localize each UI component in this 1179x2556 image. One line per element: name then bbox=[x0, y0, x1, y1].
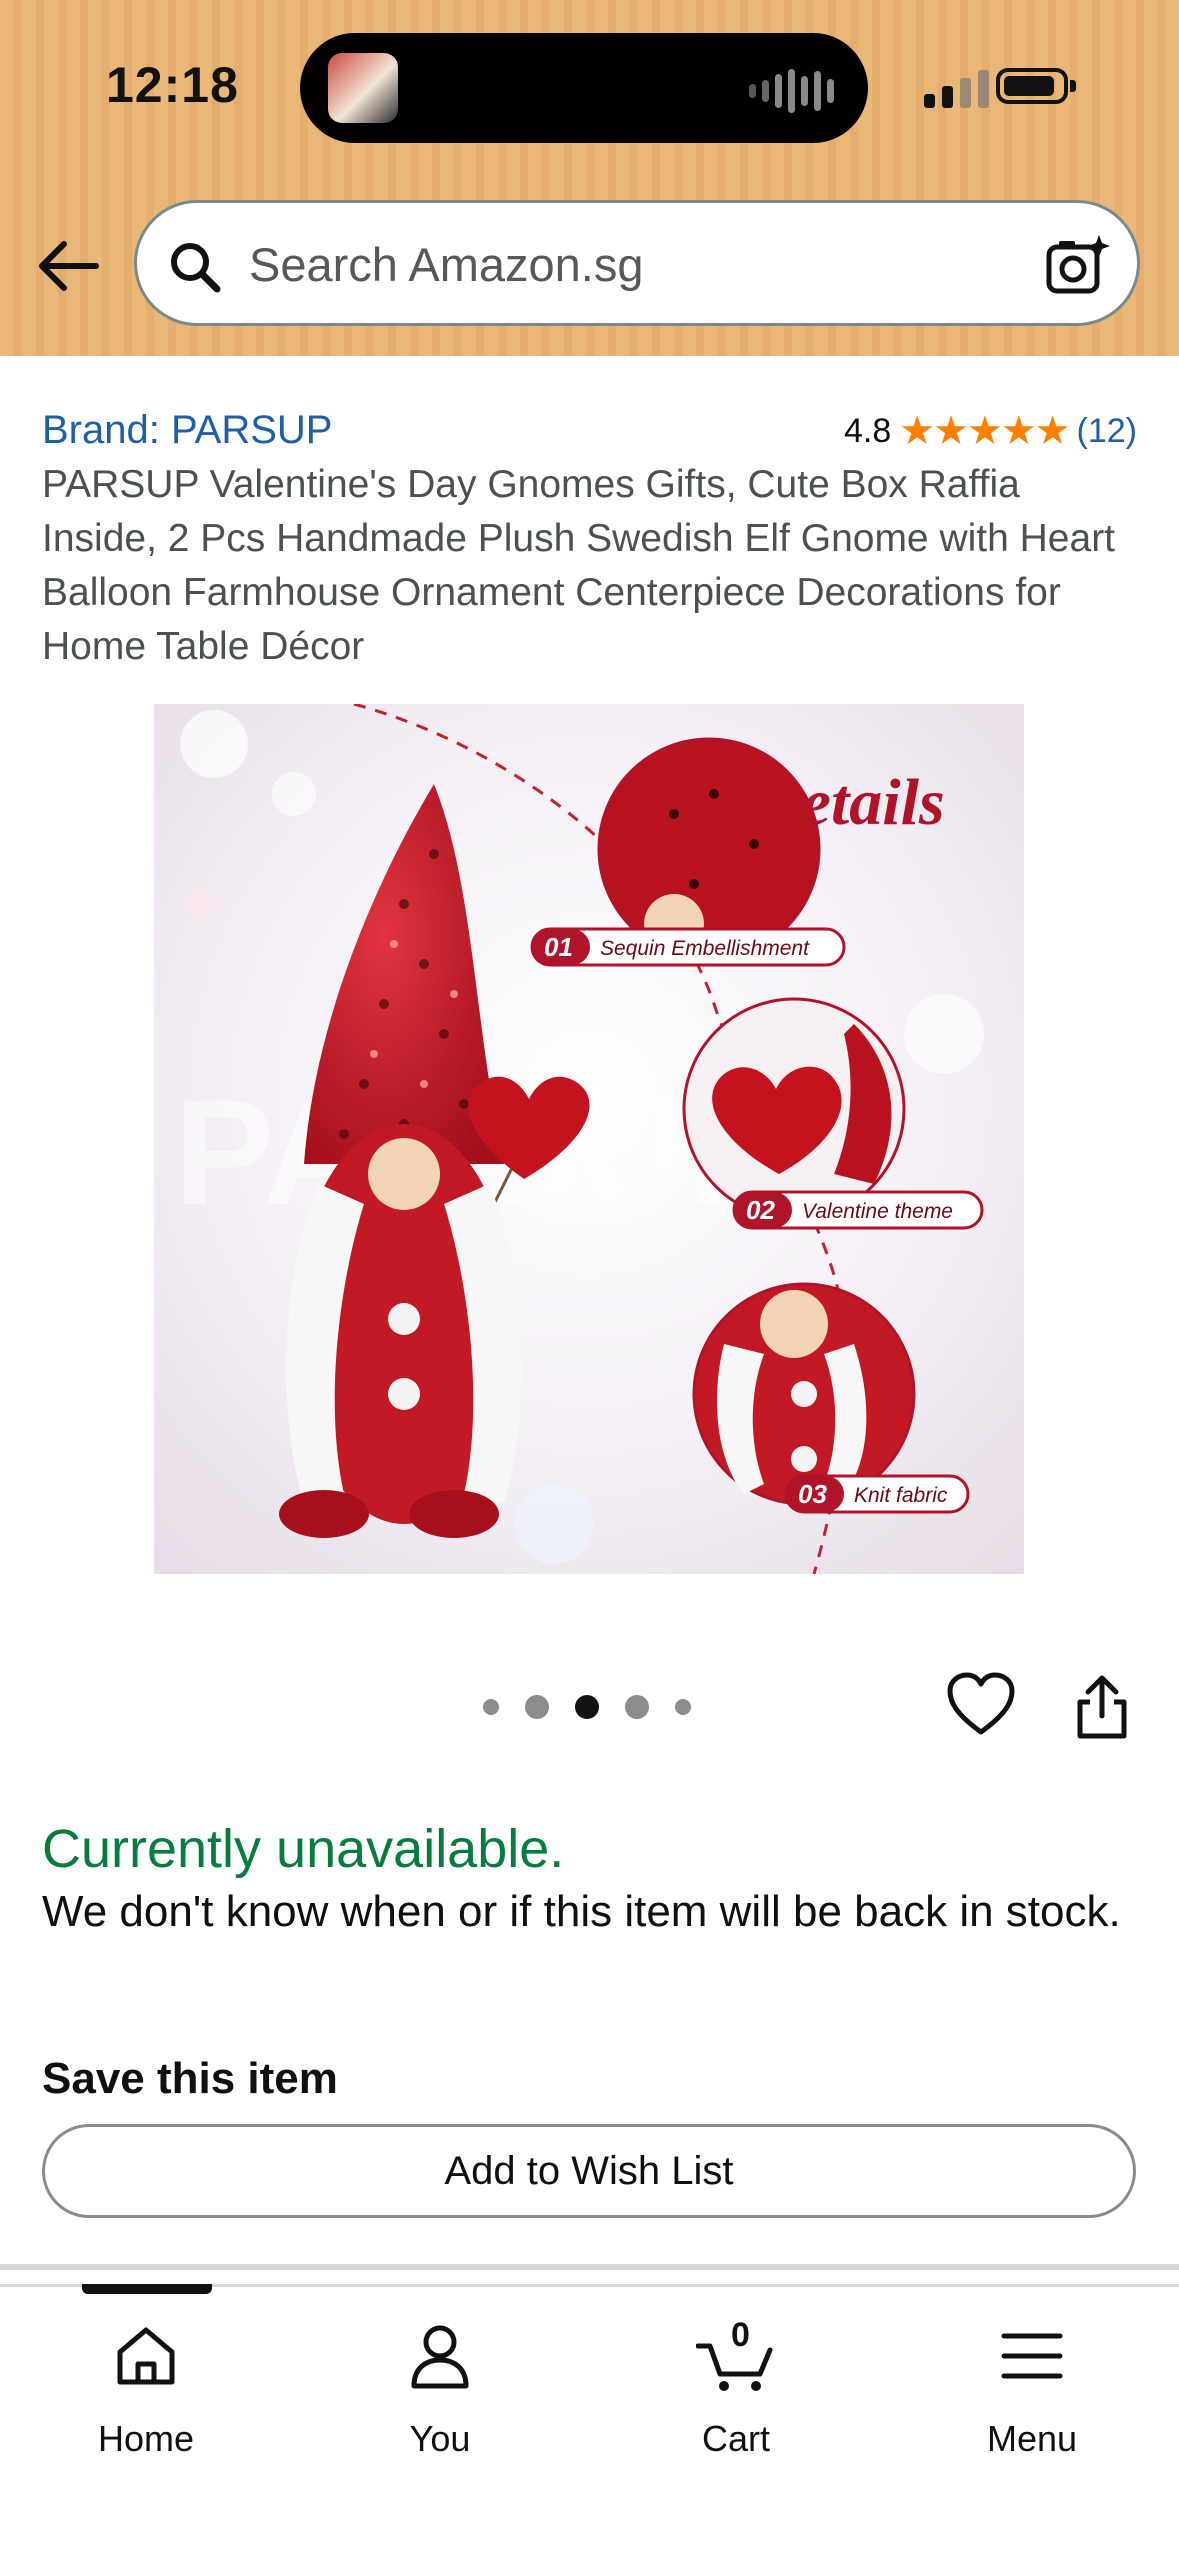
product-title: PARSUP Valentine's Day Gnomes Gifts, Cut… bbox=[42, 463, 1116, 668]
camera-search-icon[interactable] bbox=[1043, 231, 1111, 299]
dynamic-island[interactable] bbox=[300, 33, 868, 143]
rating-value: 4.8 bbox=[843, 411, 892, 450]
battery-cap bbox=[1070, 80, 1076, 92]
carousel-dot[interactable] bbox=[675, 1699, 691, 1715]
nav-you-label: You bbox=[409, 2418, 471, 2459]
home-icon bbox=[117, 2327, 175, 2385]
nav-home[interactable]: Home bbox=[46, 2316, 246, 2460]
callout-label-1: Sequin Embellishment bbox=[600, 937, 810, 960]
callout-label-2: Valentine theme bbox=[802, 1200, 953, 1223]
battery-icon bbox=[996, 68, 1068, 104]
status-time: 12:18 bbox=[106, 57, 239, 113]
nav-home-label: Home bbox=[97, 2418, 195, 2459]
cart-count-badge: 0 bbox=[731, 2316, 750, 2354]
active-tab-indicator bbox=[82, 2284, 212, 2294]
brand-link[interactable]: Brand: PARSUP bbox=[42, 408, 333, 453]
rating-summary[interactable]: 4.8 ★★★★★ (12) bbox=[844, 408, 1137, 454]
now-playing-thumbnail bbox=[328, 53, 398, 123]
product-image[interactable]: Details PARSUP 01 Sequin Embellishment 0… bbox=[154, 704, 1024, 1574]
search-bar[interactable] bbox=[134, 200, 1140, 326]
rating-count-link[interactable]: (12) bbox=[1077, 412, 1137, 451]
search-icon bbox=[171, 243, 221, 293]
carousel-dot[interactable] bbox=[525, 1695, 549, 1719]
nav-cart-label: Cart bbox=[701, 2418, 770, 2459]
carousel-dot[interactable] bbox=[625, 1695, 649, 1719]
nav-menu-label: Menu bbox=[986, 2418, 1078, 2459]
search-input[interactable] bbox=[247, 233, 971, 295]
wishlist-heart-icon[interactable] bbox=[946, 1672, 1016, 1738]
callout-number-2: 02 bbox=[746, 1195, 775, 1225]
callout-label-3: Knit fabric bbox=[854, 1484, 948, 1507]
menu-icon bbox=[1001, 2333, 1063, 2379]
cart-icon: 0 bbox=[696, 2316, 773, 2391]
nav-you[interactable]: You bbox=[340, 2316, 540, 2460]
nav-menu[interactable]: Menu bbox=[932, 2316, 1132, 2460]
carousel-dot[interactable] bbox=[483, 1699, 499, 1715]
availability-status: Currently unavailable. bbox=[42, 1819, 565, 1879]
person-icon bbox=[411, 2325, 469, 2389]
share-icon[interactable] bbox=[1072, 1672, 1132, 1742]
cellular-signal-icon bbox=[924, 70, 989, 108]
add-to-wish-list-button[interactable]: Add to Wish List bbox=[42, 2124, 1136, 2218]
callout-number-3: 03 bbox=[798, 1479, 827, 1509]
audio-waveform-icon bbox=[749, 69, 834, 113]
nav-cart[interactable]: 0 Cart bbox=[636, 2316, 836, 2460]
star-rating-icon: ★★★★★ bbox=[899, 409, 1070, 453]
back-arrow-icon[interactable] bbox=[36, 238, 100, 294]
stock-message: We don't know when or if this item will … bbox=[42, 1887, 1121, 1936]
save-item-heading: Save this item bbox=[42, 2054, 338, 2103]
section-divider bbox=[0, 2264, 1179, 2270]
carousel-dots[interactable] bbox=[483, 1695, 691, 1719]
carousel-dot-active[interactable] bbox=[575, 1695, 599, 1719]
callout-number-1: 01 bbox=[544, 932, 573, 962]
